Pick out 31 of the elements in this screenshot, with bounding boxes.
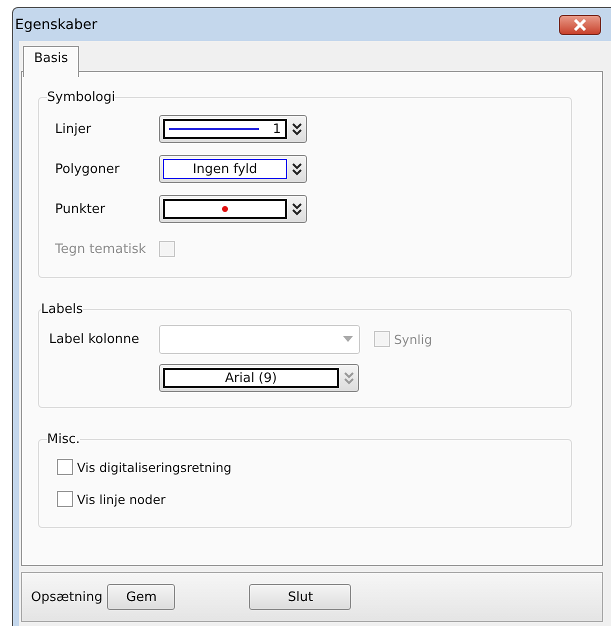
double-chevron-icon: [343, 371, 355, 385]
field-label: Polygoner: [55, 162, 120, 176]
checkbox-label: Tegn tematisk: [55, 242, 148, 256]
window-title: Egenskaber: [15, 16, 98, 32]
field-label: Linjer: [55, 122, 92, 136]
save-button[interactable]: Gem: [107, 584, 176, 610]
group-title: Misc.: [47, 432, 80, 447]
checkbox-label: Synlig: [394, 332, 432, 346]
fill-style-swatch: Ingen fyld: [163, 159, 287, 179]
close-button[interactable]: [559, 14, 601, 34]
checkbox[interactable]: [57, 491, 73, 507]
double-chevron-icon: [291, 122, 303, 136]
style-dropdown[interactable]: Ingen fyld: [159, 155, 307, 183]
field-label: Label kolonne: [49, 332, 140, 346]
group-title: Symbologi: [47, 90, 116, 105]
font-swatch: Arial (9): [163, 368, 339, 388]
style-dropdown[interactable]: 1: [159, 115, 307, 143]
line-style-swatch: 1: [163, 119, 287, 139]
tab[interactable]: Basis: [23, 46, 80, 77]
setup-label: Opsætning: [31, 590, 102, 604]
checkbox-label: Vis digitaliseringsretning: [77, 460, 232, 474]
close-button[interactable]: Slut: [249, 584, 352, 610]
checkbox[interactable]: [57, 459, 73, 475]
dropdown-arrow-icon: [343, 336, 353, 342]
close-icon: [573, 18, 587, 30]
group-title: Labels: [41, 302, 83, 317]
field-label: Punkter: [55, 202, 106, 216]
style-dropdown[interactable]: [159, 195, 307, 223]
checkbox-label: Vis linje noder: [77, 492, 166, 506]
double-chevron-icon: [291, 202, 303, 216]
double-chevron-icon: [291, 162, 303, 176]
